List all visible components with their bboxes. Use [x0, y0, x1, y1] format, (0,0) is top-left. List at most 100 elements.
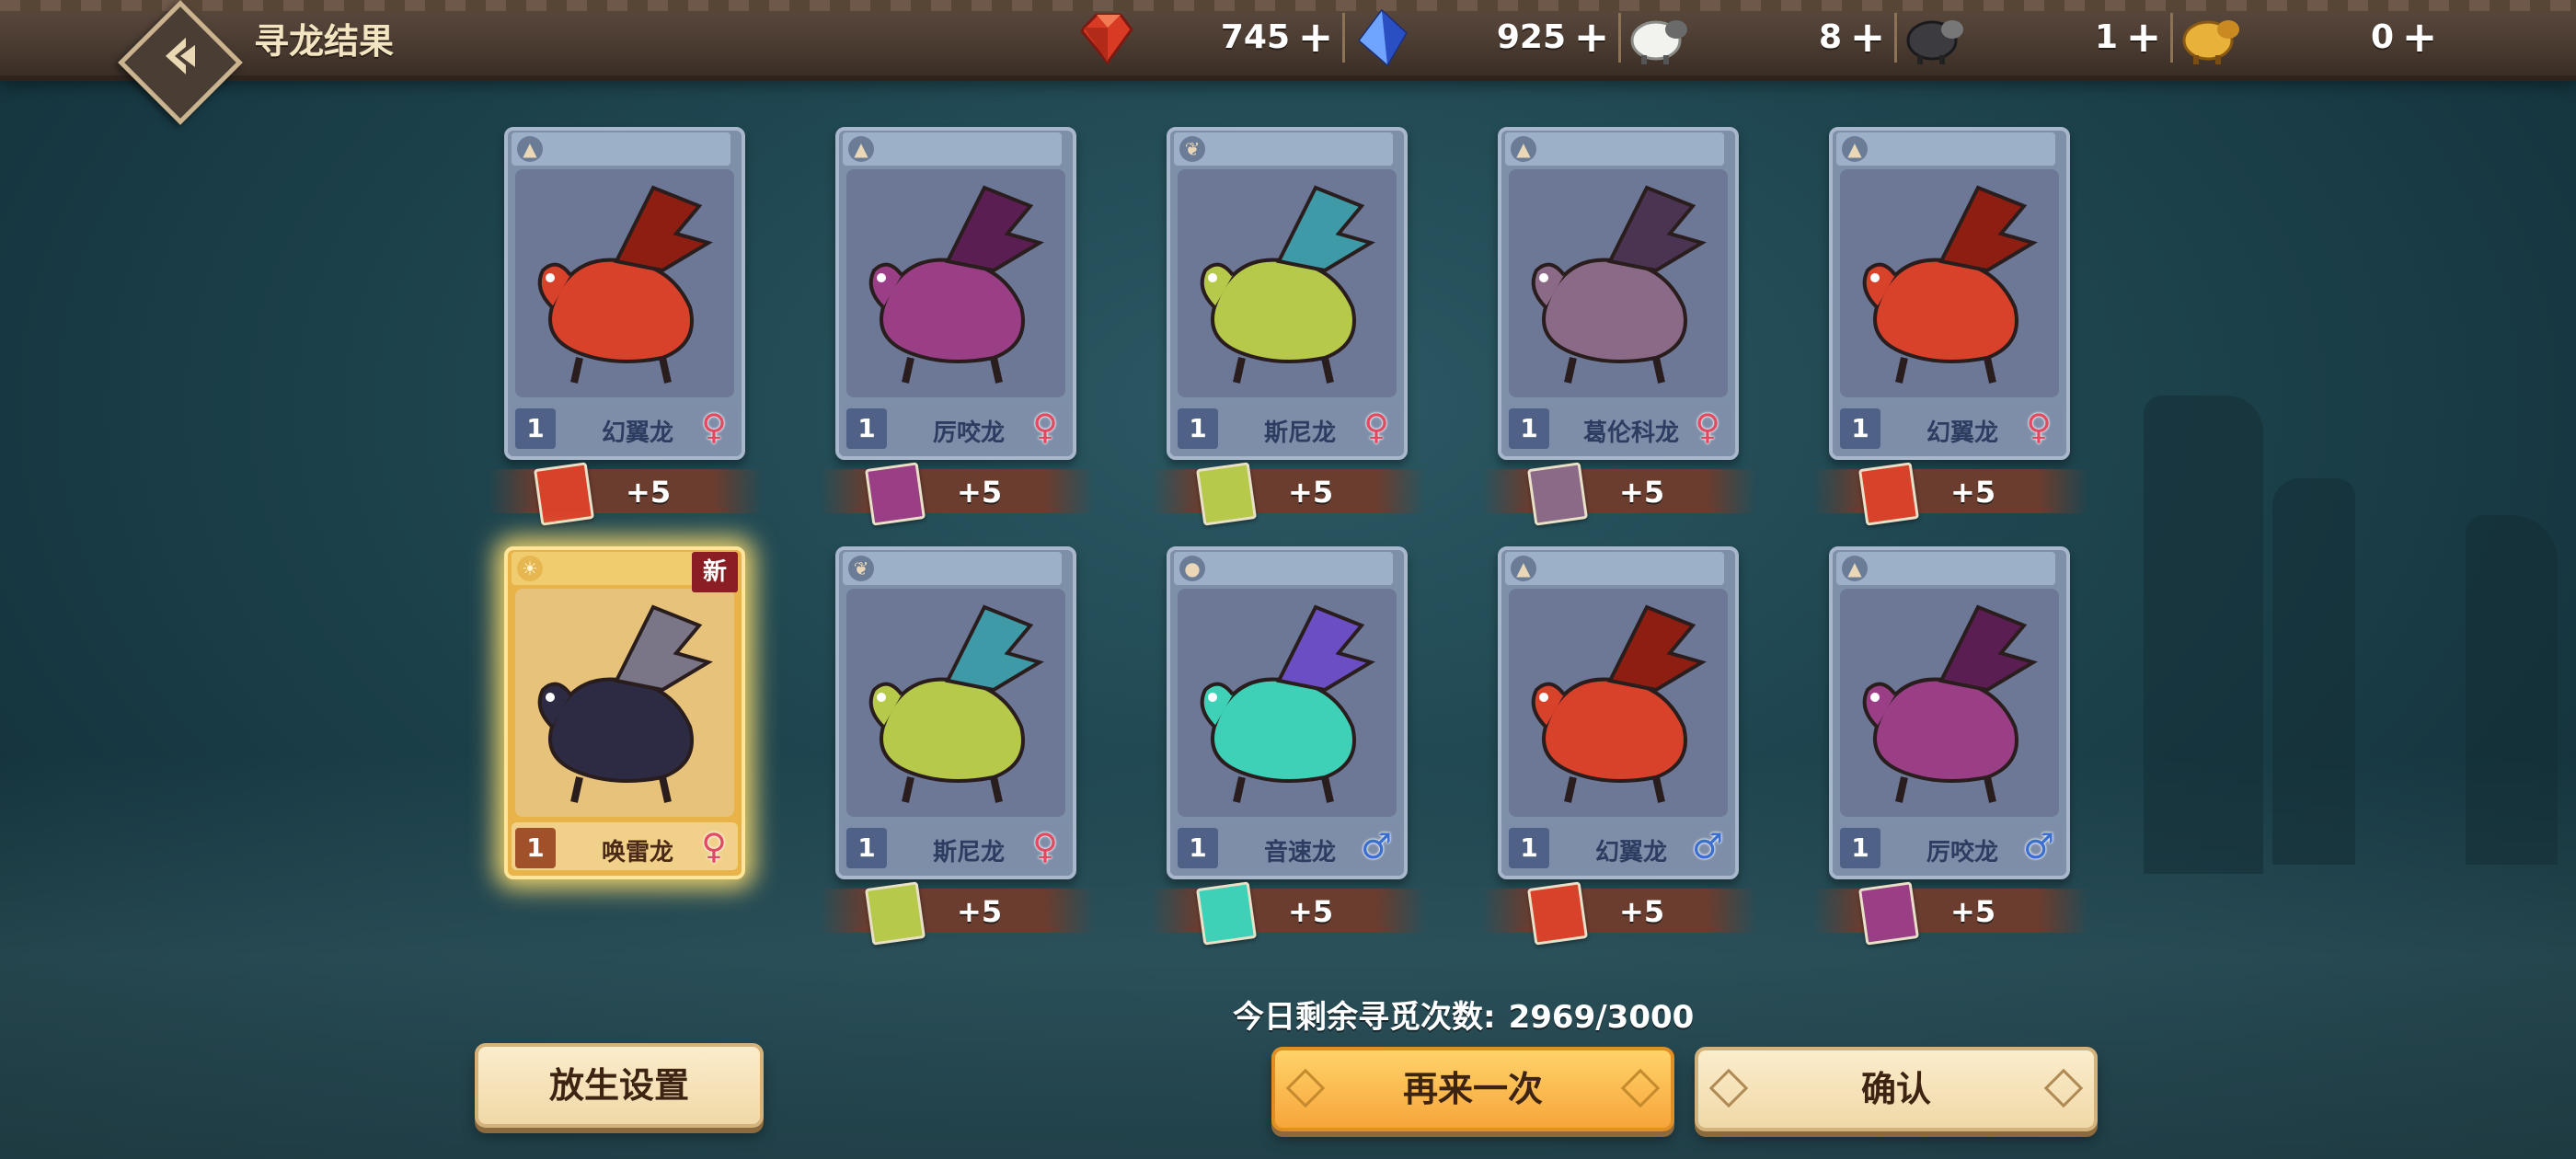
- card-header: [1836, 552, 2055, 585]
- add-black-sheep-button[interactable]: +: [2123, 16, 2164, 58]
- dragon-portrait: [846, 169, 1065, 397]
- dragon-name: 葛伦科龙: [1582, 419, 1679, 447]
- resource-value: 1: [2094, 18, 2118, 56]
- reward-amount: +5: [1288, 475, 1334, 510]
- dragon-card[interactable]: ▲ 1 幻翼龙 ♀: [504, 127, 745, 460]
- dragon-icon: [1862, 604, 2038, 803]
- resource-value: 0: [2370, 18, 2394, 56]
- dragon-portrait: [1840, 589, 2059, 817]
- dragon-card[interactable]: ▲ 1 幻翼龙 ♂: [1498, 546, 1739, 879]
- dragon-icon: [537, 604, 713, 803]
- female-icon: ♀: [701, 826, 727, 866]
- reward-strip: +5: [819, 462, 1095, 526]
- level-badge: 1: [1178, 828, 1218, 868]
- new-badge: 新: [692, 552, 738, 592]
- dragon-ticket-icon: [533, 462, 595, 526]
- water-element-icon: ●: [1179, 556, 1205, 581]
- blue-crystal-icon: [1357, 9, 1408, 66]
- dragon-portrait: [1509, 589, 1728, 817]
- confirm-label: 确认: [1860, 1069, 1931, 1109]
- dragon-name: 斯尼龙: [932, 839, 1005, 866]
- female-icon: ♀: [2026, 407, 2052, 447]
- dragon-icon: [868, 604, 1044, 803]
- dragon-name: 厉咬龙: [932, 419, 1005, 447]
- card-header: [512, 132, 730, 166]
- back-arrow-icon: [166, 37, 195, 75]
- dragon-portrait: [1840, 169, 2059, 397]
- reward-strip: +5: [1481, 881, 1757, 946]
- level-badge: 1: [1509, 408, 1549, 449]
- dragon-card[interactable]: ❦ 1 斯尼龙 ♀: [1167, 127, 1408, 460]
- page-title: 寻龙结果: [254, 21, 395, 62]
- dragon-ticket-icon: [864, 462, 926, 526]
- dragon-portrait: [515, 589, 734, 817]
- dragon-name: 幻翼龙: [601, 419, 673, 447]
- reward-strip: +5: [819, 881, 1095, 946]
- leaf-element-icon: ❦: [848, 556, 874, 581]
- add-blue-crystal-button[interactable]: +: [1571, 16, 1612, 58]
- dragon-icon: [1200, 604, 1375, 803]
- earth-element-icon: ▲: [1842, 136, 1868, 162]
- card-header: [1505, 552, 1724, 585]
- male-icon: ♂: [2022, 826, 2055, 866]
- card-header: [1174, 132, 1393, 166]
- dragon-card[interactable]: ▲ 1 厉咬龙 ♂: [1829, 546, 2070, 879]
- dragon-name: 音速龙: [1263, 839, 1336, 866]
- white-sheep-icon: [1630, 20, 1687, 64]
- remaining-label: 今日剩余寻觅次数:: [1233, 999, 1496, 1036]
- dragon-card[interactable]: ❦ 1 斯尼龙 ♀: [835, 546, 1076, 879]
- level-badge: 1: [515, 408, 556, 449]
- search-again-button[interactable]: 再来一次: [1271, 1047, 1674, 1131]
- resource-red-gem: 745 +: [1075, 7, 1345, 68]
- reward-amount: +5: [626, 475, 672, 510]
- resource-value: 8: [1818, 18, 1842, 56]
- dragon-portrait: [1178, 589, 1397, 817]
- confirm-button[interactable]: 确认: [1695, 1047, 2098, 1131]
- search-again-label: 再来一次: [1402, 1069, 1543, 1109]
- add-golden-sheep-button[interactable]: +: [2399, 16, 2440, 58]
- dragon-icon: [1531, 604, 1707, 803]
- dragon-portrait: [515, 169, 734, 397]
- dragon-portrait: [846, 589, 1065, 817]
- divider: [1894, 13, 1897, 63]
- dragon-card[interactable]: ● 1 音速龙 ♂: [1167, 546, 1408, 879]
- dragon-card[interactable]: ☀ 1 唤雷龙 ♀ 新: [504, 546, 745, 879]
- dragon-card[interactable]: ▲ 1 葛伦科龙 ♀: [1498, 127, 1739, 460]
- dragon-name: 斯尼龙: [1263, 419, 1336, 447]
- decor-diamond-icon: [1708, 1068, 1749, 1108]
- top-bar: 寻龙结果 745 + 925 + 8 + 1 + 0 +: [0, 0, 2576, 125]
- dragon-card[interactable]: ▲ 1 厉咬龙 ♀: [835, 127, 1076, 460]
- dragon-ticket-icon: [1195, 881, 1258, 946]
- level-badge: 1: [1840, 828, 1880, 868]
- dragon-portrait: [1178, 169, 1397, 397]
- dragon-card[interactable]: ▲ 1 幻翼龙 ♀: [1829, 127, 2070, 460]
- reward-strip: +5: [1150, 462, 1426, 526]
- decor-diamond-icon: [1285, 1068, 1326, 1108]
- release-settings-button[interactable]: 放生设置: [475, 1043, 764, 1128]
- add-white-sheep-button[interactable]: +: [1847, 16, 1888, 58]
- dragon-name: 幻翼龙: [1926, 419, 1998, 447]
- reward-amount: +5: [957, 894, 1003, 929]
- resource-black-sheep: 1 +: [1903, 7, 2173, 68]
- dragon-ticket-icon: [864, 881, 926, 946]
- dragon-ticket-icon: [1857, 462, 1920, 526]
- reward-amount: +5: [957, 475, 1003, 510]
- earth-element-icon: ▲: [1511, 136, 1536, 162]
- reward-amount: +5: [1619, 894, 1665, 929]
- reward-strip: +5: [488, 462, 764, 526]
- earth-element-icon: ▲: [517, 136, 543, 162]
- dragon-portrait: [1509, 169, 1728, 397]
- card-header: [843, 552, 1062, 585]
- female-icon: ♀: [1363, 407, 1389, 447]
- back-button[interactable]: [118, 0, 243, 125]
- female-icon: ♀: [1032, 407, 1058, 447]
- female-icon: ♀: [1695, 407, 1720, 447]
- reward-amount: +5: [1950, 894, 1996, 929]
- resource-value: 745: [1220, 18, 1290, 56]
- leaf-element-icon: ❦: [1179, 136, 1205, 162]
- level-badge: 1: [1840, 408, 1880, 449]
- add-red-gem-button[interactable]: +: [1295, 16, 1336, 58]
- dragon-name: 厉咬龙: [1926, 839, 1998, 866]
- dragon-ticket-icon: [1526, 462, 1589, 526]
- decor-diamond-icon: [1620, 1068, 1661, 1108]
